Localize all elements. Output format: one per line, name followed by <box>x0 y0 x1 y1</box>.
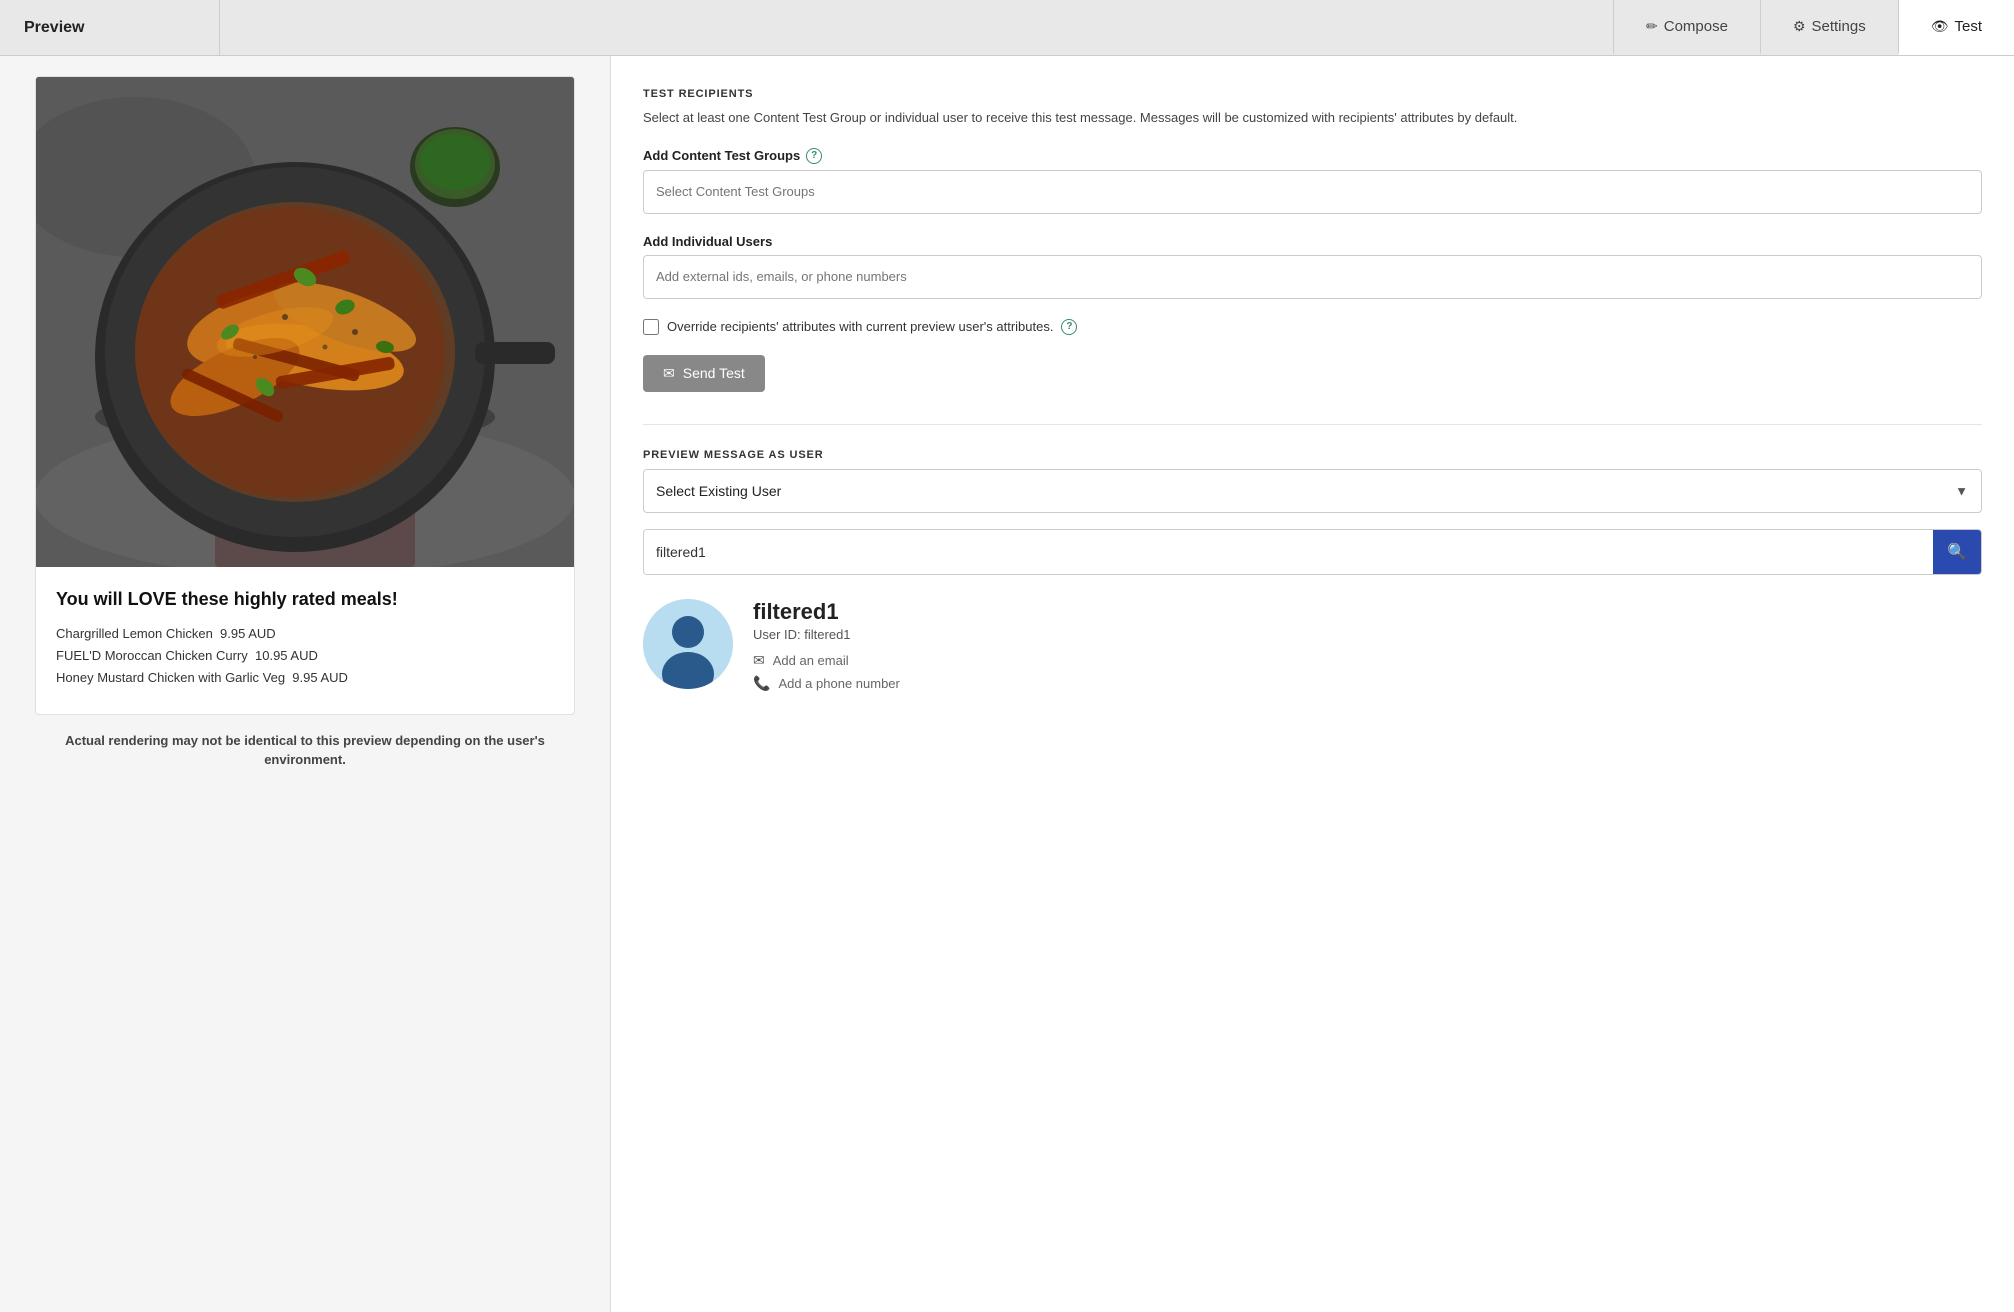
settings-label: Settings <box>1812 18 1866 35</box>
message-body: You will LOVE these highly rated meals! … <box>36 567 574 714</box>
override-checkbox-row: Override recipients' attributes with cur… <box>643 319 1982 335</box>
override-checkbox[interactable] <box>643 319 659 335</box>
tab-compose[interactable]: ✏ Compose <box>1613 0 1760 55</box>
phone-icon: 📞 <box>753 675 770 692</box>
disclaimer-text: Actual rendering may not be identical to… <box>35 731 575 790</box>
tab-bar: ✏ Compose ⚙ Settings 👁 Test <box>1613 0 2014 55</box>
override-help-icon[interactable]: ? <box>1061 319 1077 335</box>
menu-items: Chargrilled Lemon Chicken 9.95 AUD FUEL'… <box>56 623 554 689</box>
add-phone-label: Add a phone number <box>778 676 899 691</box>
preview-message-title: PREVIEW MESSAGE AS USER <box>643 449 1982 461</box>
right-panel: TEST RECIPIENTS Select at least one Cont… <box>610 56 2014 1312</box>
message-image <box>36 77 574 567</box>
test-recipients-desc: Select at least one Content Test Group o… <box>643 108 1982 128</box>
content-test-groups-label: Add Content Test Groups ? <box>643 148 1982 164</box>
send-test-label: Send Test <box>683 365 745 381</box>
settings-icon: ⚙ <box>1793 18 1806 35</box>
tab-settings[interactable]: ⚙ Settings <box>1760 0 1898 55</box>
add-email-field[interactable]: ✉ Add an email <box>753 652 1982 669</box>
tab-test[interactable]: 👁 Test <box>1898 0 2014 55</box>
test-recipients-title: TEST RECIPIENTS <box>643 88 1982 100</box>
avatar <box>643 599 733 689</box>
compose-icon: ✏ <box>1646 18 1658 35</box>
message-title: You will LOVE these highly rated meals! <box>56 587 554 611</box>
main-content: You will LOVE these highly rated meals! … <box>0 56 2014 1312</box>
user-id: User ID: filtered1 <box>753 627 1982 642</box>
eye-icon: 👁 <box>1931 18 1949 35</box>
search-icon: 🔍 <box>1947 542 1967 562</box>
preview-panel: You will LOVE these highly rated meals! … <box>0 56 610 1312</box>
add-email-label: Add an email <box>773 653 849 668</box>
content-test-groups-input[interactable] <box>643 170 1982 214</box>
user-search-button[interactable]: 🔍 <box>1933 530 1981 574</box>
user-info: filtered1 User ID: filtered1 ✉ Add an em… <box>753 599 1982 698</box>
compose-label: Compose <box>1664 18 1728 35</box>
preview-title: Preview <box>24 19 84 37</box>
top-navigation: Preview ✏ Compose ⚙ Settings 👁 Test <box>0 0 2014 56</box>
user-search-row: 🔍 <box>643 529 1982 575</box>
message-card: You will LOVE these highly rated meals! … <box>35 76 575 715</box>
send-icon: ✉ <box>663 365 675 382</box>
menu-item-2: FUEL'D Moroccan Chicken Curry 10.95 AUD <box>56 645 554 667</box>
override-label: Override recipients' attributes with cur… <box>667 319 1053 334</box>
user-name: filtered1 <box>753 599 1982 625</box>
email-icon: ✉ <box>753 652 765 669</box>
menu-item-1: Chargrilled Lemon Chicken 9.95 AUD <box>56 623 554 645</box>
section-divider <box>643 424 1982 425</box>
menu-item-3: Honey Mustard Chicken with Garlic Veg 9.… <box>56 667 554 689</box>
add-phone-field[interactable]: 📞 Add a phone number <box>753 675 1982 692</box>
user-search-input[interactable] <box>644 530 1933 574</box>
individual-users-input[interactable] <box>643 255 1982 299</box>
user-result: filtered1 User ID: filtered1 ✉ Add an em… <box>643 599 1982 698</box>
preview-label: Preview <box>0 0 220 55</box>
send-test-button[interactable]: ✉ Send Test <box>643 355 765 392</box>
select-user-wrapper: Select Existing User ▼ <box>643 469 1982 513</box>
content-test-groups-help-icon[interactable]: ? <box>806 148 822 164</box>
individual-users-label: Add Individual Users <box>643 234 1982 249</box>
select-existing-user[interactable]: Select Existing User <box>643 469 1982 513</box>
test-label: Test <box>1954 18 1982 35</box>
